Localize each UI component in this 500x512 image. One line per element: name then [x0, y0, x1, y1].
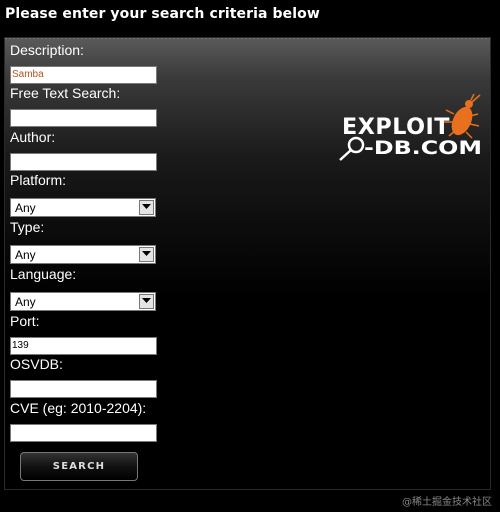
port-input[interactable] [10, 337, 157, 355]
author-label: Author: [10, 129, 56, 145]
search-button[interactable]: SEARCH [20, 452, 138, 481]
port-label: Port: [10, 313, 40, 329]
cve-input[interactable] [10, 424, 157, 442]
description-label: Description: [10, 42, 84, 58]
chevron-down-icon[interactable] [139, 294, 154, 309]
type-label: Type: [10, 219, 45, 235]
search-form-panel: EXPLOIT -DB.COM Description: Free Text S… [4, 37, 491, 490]
language-select[interactable]: Any [10, 292, 156, 311]
exploit-db-logo: EXPLOIT -DB.COM [332, 93, 492, 174]
magnifier-icon [339, 136, 365, 161]
language-select-value: Any [15, 295, 36, 309]
chevron-down-icon[interactable] [139, 247, 154, 262]
chevron-down-icon[interactable] [139, 200, 154, 215]
author-input[interactable] [10, 153, 157, 171]
cve-label: CVE (eg: 2010-2204): [10, 400, 147, 416]
watermark: @稀土掘金技术社区 [402, 497, 492, 508]
language-label: Language: [10, 266, 77, 282]
free-text-input[interactable] [10, 109, 157, 127]
platform-select[interactable]: Any [10, 198, 156, 217]
free-text-label: Free Text Search: [10, 85, 121, 101]
description-input[interactable] [10, 66, 157, 84]
platform-label: Platform: [10, 172, 67, 188]
logo-line2: -DB.COM [364, 137, 482, 159]
type-select[interactable]: Any [10, 245, 156, 264]
osvdb-input[interactable] [10, 380, 157, 398]
page-title: Please enter your search criteria below [5, 6, 320, 22]
platform-select-value: Any [15, 201, 36, 215]
osvdb-label: OSVDB: [10, 356, 63, 372]
type-select-value: Any [15, 248, 36, 262]
